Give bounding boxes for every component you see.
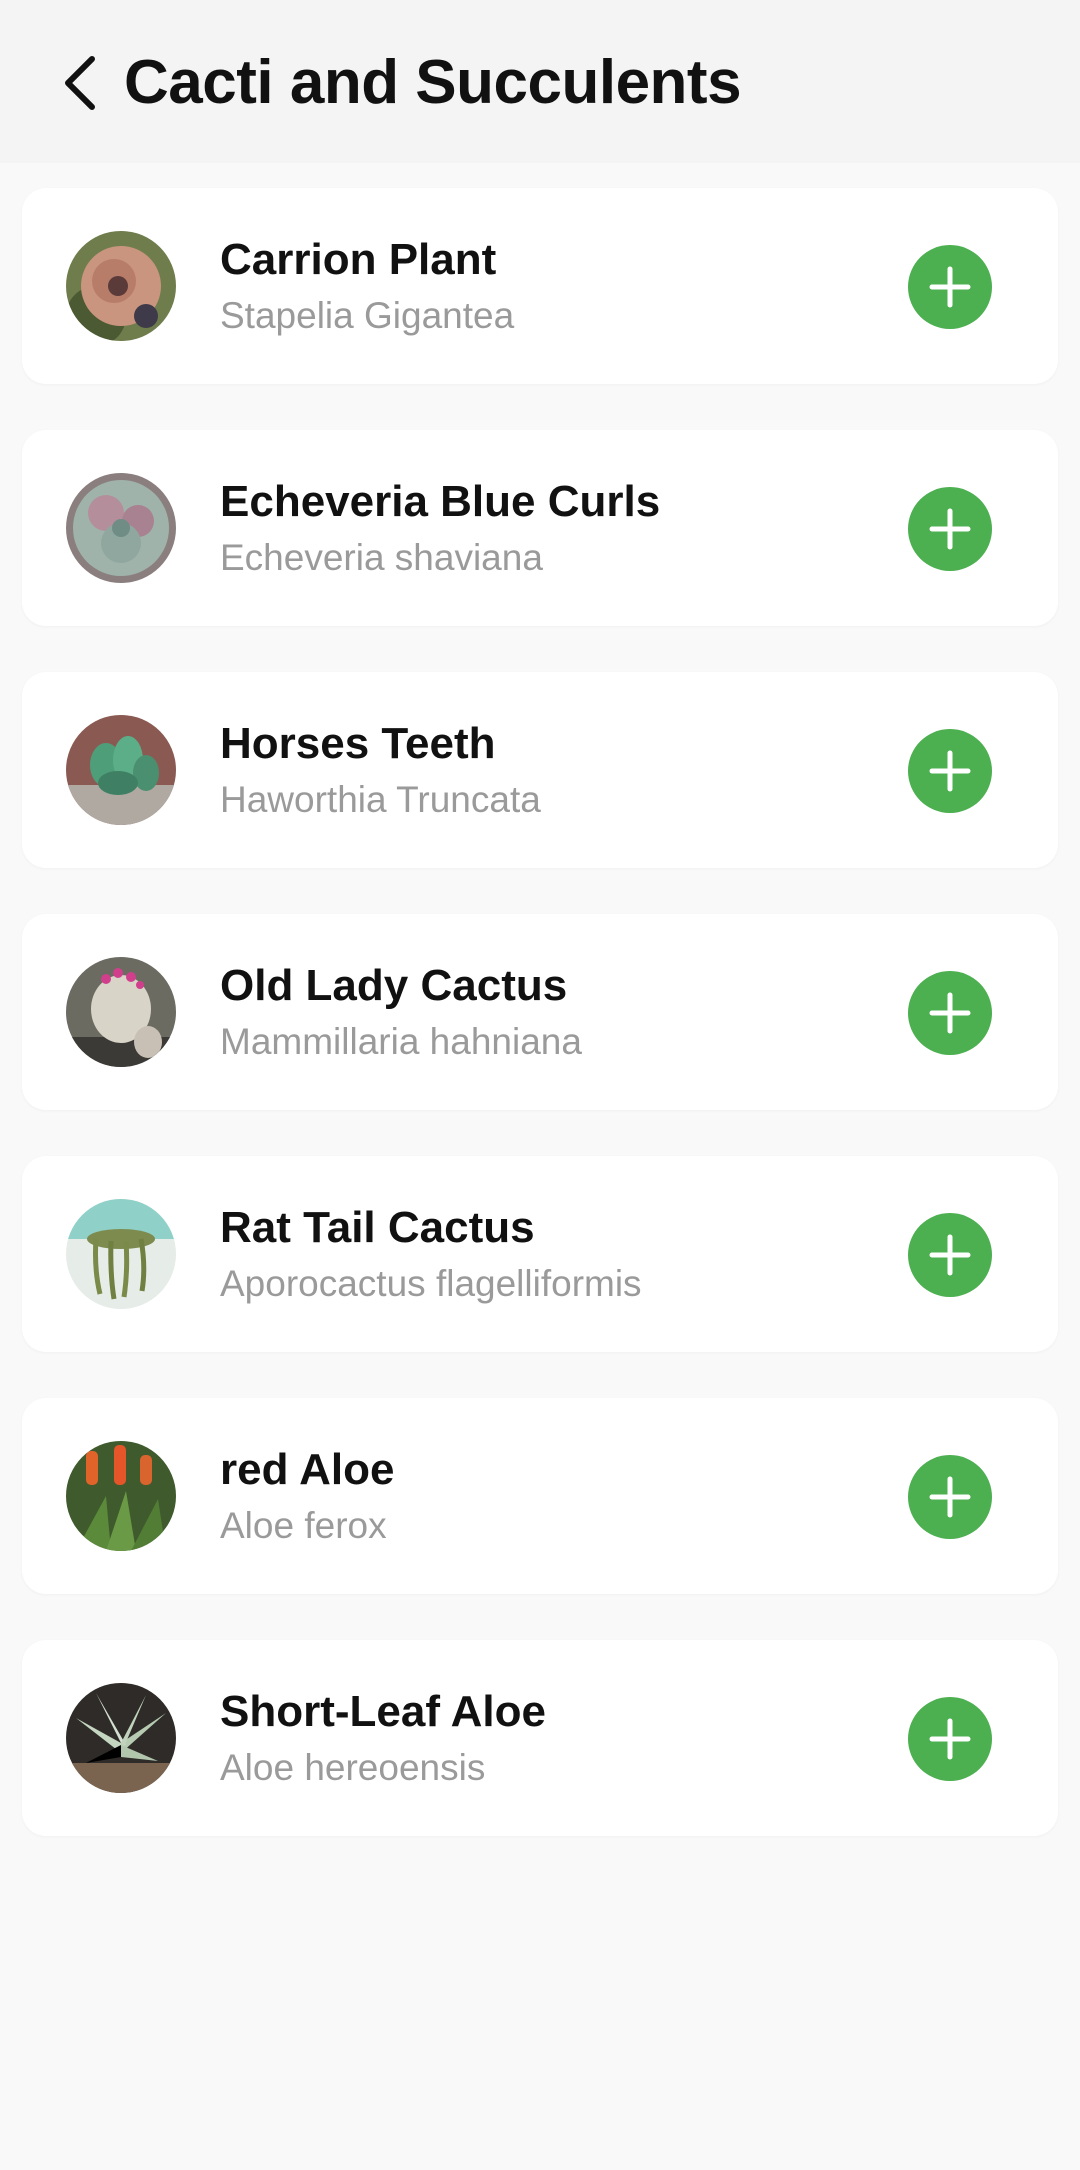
- plant-thumbnail: [66, 231, 176, 341]
- plant-name: Short-Leaf Aloe: [220, 1687, 546, 1736]
- plant-name: Carrion Plant: [220, 235, 497, 284]
- plant-thumbnail: [66, 957, 176, 1067]
- plant-scientific-name: Aloe hereoensis: [220, 1747, 486, 1788]
- plus-icon: [929, 992, 971, 1034]
- plant-card[interactable]: Echeveria Blue Curls Echeveria shaviana: [22, 430, 1058, 626]
- plant-name: Echeveria Blue Curls: [220, 477, 661, 526]
- plant-thumbnail: [66, 715, 176, 825]
- add-plant-button[interactable]: [908, 971, 992, 1055]
- add-plant-button[interactable]: [908, 1697, 992, 1781]
- chevron-left-icon: [65, 56, 95, 110]
- plus-icon: [929, 508, 971, 550]
- add-plant-button[interactable]: [908, 487, 992, 571]
- plant-thumbnail: [66, 1683, 176, 1793]
- plant-name: red Aloe: [220, 1445, 395, 1494]
- app-header: Cacti and Succulents: [0, 0, 1080, 163]
- plant-card[interactable]: Rat Tail Cactus Aporocactus flagelliform…: [22, 1156, 1058, 1352]
- plant-scientific-name: Haworthia Truncata: [220, 779, 541, 820]
- mammillaria-photo: [66, 957, 176, 1067]
- plant-name: Old Lady Cactus: [220, 961, 568, 1010]
- plant-list: Carrion Plant Stapelia Gigantea Echeveri…: [22, 188, 1058, 1882]
- stapelia-photo: [66, 231, 176, 341]
- page-title: Cacti and Succulents: [124, 48, 742, 117]
- plant-card[interactable]: Short-Leaf Aloe Aloe hereoensis: [22, 1640, 1058, 1836]
- plant-scientific-name: Echeveria shaviana: [220, 537, 543, 578]
- add-plant-button[interactable]: [908, 1455, 992, 1539]
- plant-thumbnail: [66, 473, 176, 583]
- add-plant-button[interactable]: [908, 729, 992, 813]
- plant-card[interactable]: Carrion Plant Stapelia Gigantea: [22, 188, 1058, 384]
- plus-icon: [929, 266, 971, 308]
- aloe-hereoensis-photo: [66, 1683, 176, 1793]
- plant-card[interactable]: red Aloe Aloe ferox: [22, 1398, 1058, 1594]
- plant-thumbnail: [66, 1441, 176, 1551]
- plant-scientific-name: Aporocactus flagelliformis: [220, 1263, 642, 1304]
- aporocactus-photo: [66, 1199, 176, 1309]
- plus-icon: [929, 1718, 971, 1760]
- plant-thumbnail: [66, 1199, 176, 1309]
- plant-card[interactable]: Old Lady Cactus Mammillaria hahniana: [22, 914, 1058, 1110]
- plant-name: Rat Tail Cactus: [220, 1203, 535, 1252]
- plant-name: Horses Teeth: [220, 719, 496, 768]
- plus-icon: [929, 1234, 971, 1276]
- haworthia-photo: [66, 715, 176, 825]
- aloe-ferox-photo: [66, 1441, 176, 1551]
- plant-scientific-name: Mammillaria hahniana: [220, 1021, 582, 1062]
- plant-card[interactable]: Horses Teeth Haworthia Truncata: [22, 672, 1058, 868]
- plant-scientific-name: Aloe ferox: [220, 1505, 387, 1546]
- back-button[interactable]: [50, 45, 110, 121]
- add-plant-button[interactable]: [908, 1213, 992, 1297]
- plant-scientific-name: Stapelia Gigantea: [220, 295, 515, 336]
- plus-icon: [929, 750, 971, 792]
- echeveria-photo: [66, 473, 176, 583]
- add-plant-button[interactable]: [908, 245, 992, 329]
- plus-icon: [929, 1476, 971, 1518]
